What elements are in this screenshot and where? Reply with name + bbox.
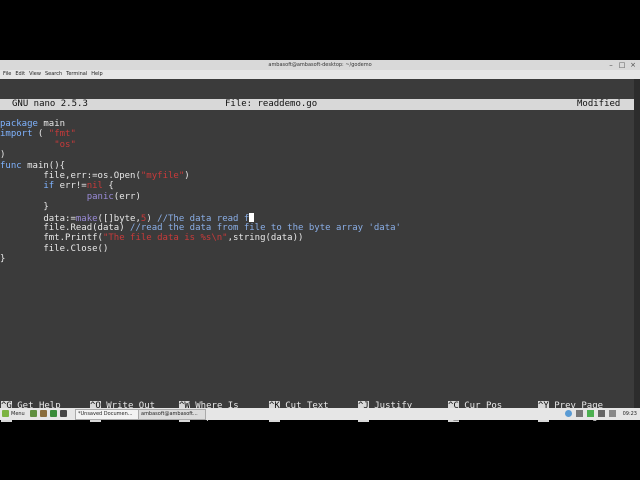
taskbar-task-terminal[interactable]: ambasoft@ambasoft... — [138, 409, 206, 420]
code-token: ) — [184, 170, 190, 181]
code-line: } — [0, 202, 634, 212]
file-manager-icon[interactable] — [40, 410, 47, 417]
close-icon[interactable]: × — [629, 61, 637, 69]
code-token: fmt.Printf( — [0, 233, 103, 244]
code-token: package — [0, 119, 38, 129]
update-icon[interactable] — [576, 410, 583, 417]
terminal-scrollbar[interactable] — [634, 79, 640, 409]
shield-icon[interactable] — [587, 410, 594, 417]
wifi-icon[interactable] — [609, 410, 616, 417]
code-line: } — [0, 254, 634, 264]
menu-terminal[interactable]: Terminal — [66, 70, 87, 79]
code-token: if — [43, 181, 55, 192]
code-token: file.Read(data) — [0, 222, 131, 233]
network-icon[interactable] — [565, 410, 572, 417]
text-cursor — [249, 212, 255, 222]
code-line: fmt.Printf("The file data is %s\n",strin… — [0, 233, 634, 243]
code-line: func main(){ — [0, 161, 634, 171]
menu-edit[interactable]: Edit — [15, 70, 25, 79]
code-line: "os" — [0, 140, 634, 150]
code-line: panic(err) — [0, 192, 634, 202]
code-token: nil — [86, 181, 103, 192]
code-token: file.Close() — [0, 243, 109, 254]
taskbar-task-editor[interactable]: *Unsaved Documen... — [75, 409, 139, 420]
terminal-window: ambasoft@ambasoft-desktop: ~/godemo – □ … — [0, 60, 640, 422]
terminal-launcher-icon[interactable] — [60, 410, 67, 417]
code-token: ) — [0, 150, 6, 161]
menu-logo-icon[interactable] — [2, 410, 9, 417]
taskbar-clock: 09:23 — [622, 411, 637, 417]
code-token: ( — [32, 129, 49, 140]
code-line: if err!=nil { — [0, 181, 634, 191]
nano-version: GNU nano 2.5.3 — [12, 99, 88, 109]
code-token: err!= — [54, 181, 87, 192]
code-line: file.Close() — [0, 244, 634, 254]
menu-view[interactable]: View — [29, 70, 41, 79]
code-line: file,err:=os.Open("myfile") — [0, 171, 634, 181]
menu-search[interactable]: Search — [45, 70, 62, 79]
menu-bar: File Edit View Search Terminal Help — [0, 70, 640, 79]
code-token: "The file data is %s\n" — [102, 233, 228, 244]
window-titlebar[interactable]: ambasoft@ambasoft-desktop: ~/godemo – □ … — [0, 60, 640, 70]
code-line: data:=make([]byte,5) //The data read f — [0, 212, 634, 224]
taskbar-menu-button[interactable]: Menu — [11, 409, 25, 419]
window-controls: – □ × — [607, 61, 637, 69]
window-title: ambasoft@ambasoft-desktop: ~/godemo — [268, 62, 372, 68]
code-line: ) — [0, 150, 634, 160]
code-token: } — [0, 254, 6, 265]
code-token: (err) — [113, 191, 141, 202]
spreadsheet-icon[interactable] — [50, 410, 57, 417]
menu-file[interactable]: File — [3, 70, 11, 79]
code-token: func — [0, 160, 22, 171]
code-token: "os" — [54, 139, 76, 150]
nano-status: Modified — [577, 99, 621, 109]
terminal-area[interactable]: GNU nano 2.5.3 File: readdemo.go Modifie… — [0, 79, 634, 422]
code-token: main — [37, 119, 66, 129]
code-line: import ( "fmt" — [0, 129, 634, 139]
code-token: { — [102, 181, 114, 192]
code-token: //read the data from file to the byte ar… — [130, 222, 401, 233]
taskbar: Menu *Unsaved Documen... ambasoft@ambaso… — [0, 408, 640, 420]
nano-header: GNU nano 2.5.3 File: readdemo.go Modifie… — [0, 99, 634, 110]
code-token: import — [0, 129, 33, 140]
code-editor[interactable]: package main import ( "fmt" "os" ) func … — [0, 119, 634, 264]
code-line: file.Read(data) //read the data from fil… — [0, 223, 634, 233]
code-token: ,string(data)) — [227, 233, 304, 244]
code-token: file,err:=os.Open( — [0, 170, 141, 181]
code-token: "myfile" — [140, 170, 185, 181]
code-token: "fmt" — [48, 129, 76, 140]
volume-icon[interactable] — [598, 410, 605, 417]
nano-filename: File: readdemo.go — [225, 99, 318, 109]
minimize-icon[interactable]: – — [607, 61, 615, 69]
show-desktop-icon[interactable] — [30, 410, 37, 417]
code-token: panic — [86, 191, 114, 202]
menu-help[interactable]: Help — [91, 70, 102, 79]
code-token: main(){ — [21, 160, 66, 171]
code-line: package main — [0, 119, 634, 129]
code-token: } — [0, 202, 49, 213]
maximize-icon[interactable]: □ — [618, 61, 626, 69]
